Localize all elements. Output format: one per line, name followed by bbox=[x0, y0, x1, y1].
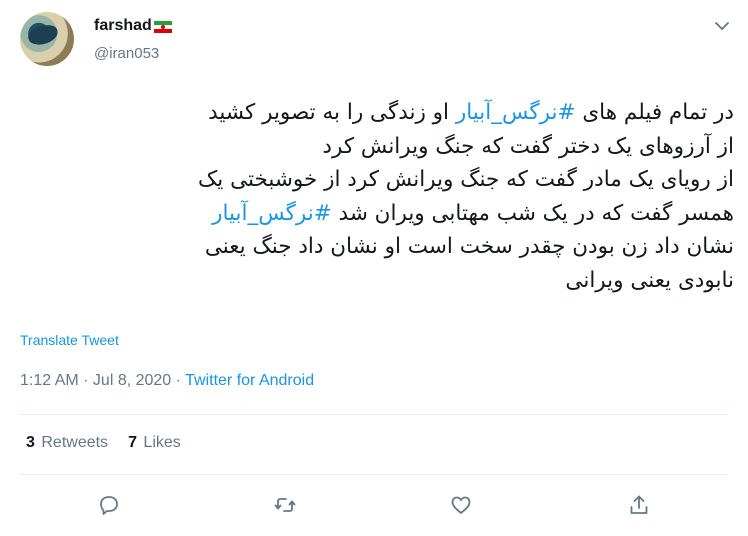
tweet-text-segment: او زندگی را به تصویر کشید bbox=[208, 100, 456, 125]
user-handle[interactable]: @iran053 bbox=[94, 45, 159, 62]
retweets-label: Retweets bbox=[41, 434, 109, 451]
tweet-text-segment: از رویای یک مادر گفت که جنگ ویرانش کرد ا… bbox=[198, 167, 734, 192]
display-name[interactable]: farshad bbox=[94, 17, 152, 35]
tweet-card: farshad @iran053 در تمام فیلم های #نرگس_… bbox=[0, 0, 748, 536]
like-button[interactable] bbox=[446, 490, 476, 520]
avatar[interactable] bbox=[20, 12, 74, 66]
share-button[interactable] bbox=[624, 490, 654, 520]
hashtag-link[interactable]: #نرگس_آبیار bbox=[456, 100, 576, 125]
retweet-icon bbox=[274, 498, 296, 512]
tweet-text-segment: در تمام فیلم های bbox=[575, 100, 734, 125]
likes-count: 7 bbox=[128, 434, 137, 451]
tweet-text-line: از رویای یک مادر گفت که جنگ ویرانش کرد ا… bbox=[14, 163, 734, 197]
name-row: farshad bbox=[94, 17, 172, 35]
tweet-metadata: 1:12 AM · Jul 8, 2020 · Twitter for Andr… bbox=[20, 372, 314, 390]
tweet-text-line: نشان داد زن بودن چقدر سخت است او نشان دا… bbox=[14, 230, 734, 264]
tweet-text-segment: نابودی یعنی ویرانی bbox=[565, 267, 734, 293]
tweet-text-line: از آرزوهای یک دختر گفت که جنگ ویرانش کرد bbox=[14, 130, 734, 164]
tweet-text-line: نابودی یعنی ویرانی bbox=[14, 264, 734, 298]
retweets-count: 3 bbox=[26, 434, 35, 451]
share-icon bbox=[630, 495, 648, 514]
divider bbox=[20, 474, 728, 475]
tweet-source[interactable]: Twitter for Android bbox=[185, 372, 314, 389]
reply-icon bbox=[100, 496, 118, 515]
chevron-down-icon[interactable] bbox=[710, 16, 734, 36]
iran-flag-icon bbox=[153, 21, 172, 33]
tweet-date[interactable]: Jul 8, 2020 bbox=[93, 372, 171, 389]
tweet-stats: 3 Retweets 7 Likes bbox=[26, 434, 181, 452]
tweet-text-segment: از آرزوهای یک دختر گفت که جنگ ویرانش کرد bbox=[322, 133, 734, 159]
likes-stat[interactable]: 7 Likes bbox=[128, 434, 181, 452]
retweet-button[interactable] bbox=[270, 490, 300, 520]
likes-label: Likes bbox=[143, 434, 181, 451]
translate-tweet-link[interactable]: Translate Tweet bbox=[20, 332, 119, 348]
divider bbox=[20, 414, 728, 415]
tweet-time[interactable]: 1:12 AM bbox=[20, 372, 79, 389]
tweet-actions bbox=[0, 490, 748, 520]
retweets-stat[interactable]: 3 Retweets bbox=[26, 434, 108, 452]
tweet-text-line: همسر گفت که در یک شب مهتابی ویران شد #نر… bbox=[14, 197, 734, 231]
tweet-text: در تمام فیلم های #نرگس_آبیار او زندگی را… bbox=[14, 96, 734, 297]
tweet-text-line: در تمام فیلم های #نرگس_آبیار او زندگی را… bbox=[14, 96, 734, 130]
meta-separator: · bbox=[171, 372, 186, 389]
hashtag-link[interactable]: #نرگس_آبیار bbox=[212, 201, 332, 226]
tweet-text-segment: نشان داد زن بودن چقدر سخت است او نشان دا… bbox=[204, 234, 734, 259]
reply-button[interactable] bbox=[94, 490, 124, 520]
meta-separator: · bbox=[78, 372, 93, 389]
heart-icon bbox=[451, 496, 471, 514]
tweet-text-segment: همسر گفت که در یک شب مهتابی ویران شد bbox=[331, 200, 734, 226]
